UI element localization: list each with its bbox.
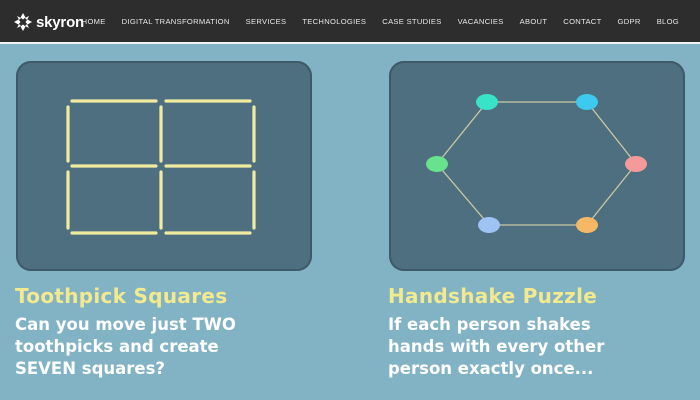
- description-line: person exactly once...: [388, 359, 594, 378]
- nav-item-digital-transformation[interactable]: DIGITAL TRANSFORMATION: [122, 17, 230, 26]
- nav-item-vacancies[interactable]: VACANCIES: [458, 17, 504, 26]
- hexagon-people-illustration: [426, 94, 647, 233]
- nav-item-contact[interactable]: CONTACT: [563, 17, 601, 26]
- nav-item-home[interactable]: HOME: [82, 17, 106, 26]
- description-line: toothpicks and create: [15, 337, 219, 356]
- toothpick-puzzle-card[interactable]: [16, 61, 312, 271]
- handshake-puzzle-card[interactable]: [389, 61, 685, 271]
- handshake-puzzle-description: If each person shakes hands with every o…: [388, 314, 688, 380]
- nav-item-case-studies[interactable]: CASE STUDIES: [382, 17, 441, 26]
- skyron-logo-icon: [14, 13, 32, 31]
- person-node: [576, 217, 598, 233]
- main-nav: HOME DIGITAL TRANSFORMATION SERVICES TEC…: [66, 0, 679, 42]
- person-node: [426, 156, 448, 172]
- nav-item-technologies[interactable]: TECHNOLOGIES: [302, 17, 366, 26]
- nav-item-blog[interactable]: BLOG: [657, 17, 679, 26]
- handshake-puzzle-title[interactable]: Handshake Puzzle: [388, 284, 597, 308]
- person-node: [476, 94, 498, 110]
- nav-item-gdpr[interactable]: GDPR: [618, 17, 641, 26]
- person-node: [478, 217, 500, 233]
- description-line: hands with every other: [388, 337, 605, 356]
- description-line: SEVEN squares?: [15, 359, 165, 378]
- description-line: Can you move just TWO: [15, 315, 236, 334]
- toothpick-puzzle-title[interactable]: Toothpick Squares: [15, 284, 227, 308]
- nav-item-services[interactable]: SERVICES: [246, 17, 287, 26]
- nav-item-about[interactable]: ABOUT: [520, 17, 548, 26]
- person-node: [576, 94, 598, 110]
- description-line: If each person shakes: [388, 315, 591, 334]
- toothpick-puzzle-description: Can you move just TWO toothpicks and cre…: [15, 314, 315, 380]
- hexagon-outline: [436, 101, 637, 226]
- top-navbar: skyron HOME DIGITAL TRANSFORMATION SERVI…: [0, 0, 700, 44]
- toothpick-grid-illustration: [66, 99, 256, 235]
- person-node: [625, 156, 647, 172]
